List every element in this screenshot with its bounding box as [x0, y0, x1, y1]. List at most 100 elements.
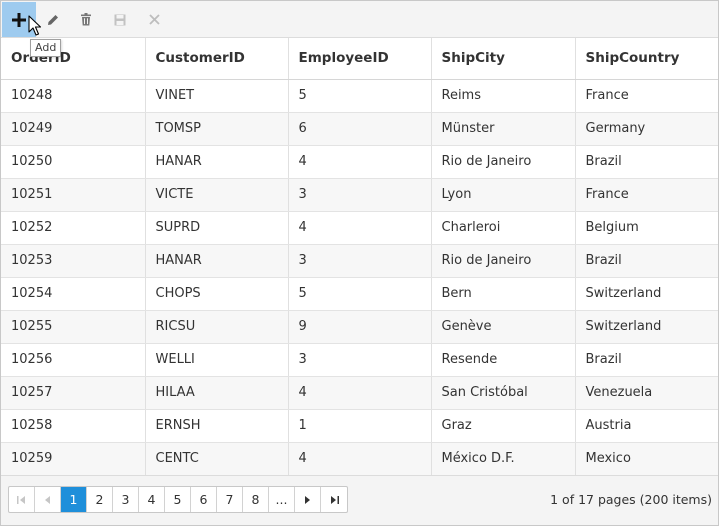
table-row[interactable]: 10248 VINET 5 Reims France: [1, 79, 718, 113]
cell-shipcity[interactable]: Resende: [431, 343, 576, 377]
page-7-button[interactable]: 7: [217, 487, 243, 512]
cell-employeeid[interactable]: 4: [288, 211, 432, 245]
edit-button[interactable]: [36, 2, 70, 37]
add-tooltip: Add: [30, 39, 62, 57]
header-employeeid[interactable]: EmployeeID: [288, 38, 432, 80]
cell-orderid[interactable]: 10252: [1, 211, 146, 245]
cell-shipcountry[interactable]: Germany: [575, 112, 718, 146]
cell-shipcity[interactable]: Reims: [431, 79, 576, 113]
cell-employeeid[interactable]: 3: [288, 178, 432, 212]
cell-employeeid[interactable]: 3: [288, 343, 432, 377]
trash-icon: [81, 13, 91, 26]
page-8-button[interactable]: 8: [243, 487, 269, 512]
cell-employeeid[interactable]: 4: [288, 442, 432, 476]
cell-orderid[interactable]: 10255: [1, 310, 146, 344]
cell-shipcity[interactable]: San Cristóbal: [431, 376, 576, 410]
cell-employeeid[interactable]: 3: [288, 244, 432, 278]
cell-shipcountry[interactable]: Switzerland: [575, 310, 718, 344]
cell-employeeid[interactable]: 5: [288, 79, 432, 113]
cell-orderid[interactable]: 10259: [1, 442, 146, 476]
table-row[interactable]: 10254 CHOPS 5 Bern Switzerland: [1, 277, 718, 311]
cell-shipcity[interactable]: Charleroi: [431, 211, 576, 245]
cell-shipcity[interactable]: Genève: [431, 310, 576, 344]
cell-customerid[interactable]: WELLI: [145, 343, 289, 377]
cell-shipcountry[interactable]: Brazil: [575, 343, 718, 377]
last-page-button[interactable]: [321, 487, 347, 512]
cell-employeeid[interactable]: 4: [288, 145, 432, 179]
header-shipcity[interactable]: ShipCity: [431, 38, 576, 80]
pencil-icon: [48, 14, 58, 25]
cell-shipcity[interactable]: Rio de Janeiro: [431, 145, 576, 179]
cell-orderid[interactable]: 10256: [1, 343, 146, 377]
close-icon: [148, 14, 160, 25]
cell-customerid[interactable]: VICTE: [145, 178, 289, 212]
cell-customerid[interactable]: VINET: [145, 79, 289, 113]
cell-customerid[interactable]: RICSU: [145, 310, 289, 344]
page-2-button[interactable]: 2: [87, 487, 113, 512]
cell-customerid[interactable]: CHOPS: [145, 277, 289, 311]
page-5-button[interactable]: 5: [165, 487, 191, 512]
cell-shipcity[interactable]: Münster: [431, 112, 576, 146]
cell-orderid[interactable]: 10254: [1, 277, 146, 311]
cell-orderid[interactable]: 10248: [1, 79, 146, 113]
cell-employeeid[interactable]: 6: [288, 112, 432, 146]
cell-orderid[interactable]: 10257: [1, 376, 146, 410]
cell-shipcountry[interactable]: Venezuela: [575, 376, 718, 410]
cell-customerid[interactable]: HANAR: [145, 145, 289, 179]
cell-customerid[interactable]: HANAR: [145, 244, 289, 278]
cell-shipcity[interactable]: México D.F.: [431, 442, 576, 476]
table-row[interactable]: 10251 VICTE 3 Lyon France: [1, 178, 718, 212]
table-row[interactable]: 10256 WELLI 3 Resende Brazil: [1, 343, 718, 377]
cell-customerid[interactable]: CENTC: [145, 442, 289, 476]
cell-customerid[interactable]: SUPRD: [145, 211, 289, 245]
cell-shipcity[interactable]: Bern: [431, 277, 576, 311]
cell-customerid[interactable]: TOMSP: [145, 112, 289, 146]
page-6-button[interactable]: 6: [191, 487, 217, 512]
cell-shipcity[interactable]: Rio de Janeiro: [431, 244, 576, 278]
cancel-button[interactable]: [137, 2, 171, 37]
mouse-cursor-icon: [28, 15, 41, 36]
table-row[interactable]: 10255 RICSU 9 Genève Switzerland: [1, 310, 718, 344]
cell-shipcountry[interactable]: Austria: [575, 409, 718, 443]
cell-employeeid[interactable]: 9: [288, 310, 432, 344]
cell-employeeid[interactable]: 1: [288, 409, 432, 443]
cell-orderid[interactable]: 10250: [1, 145, 146, 179]
header-orderid[interactable]: OrderID: [1, 38, 146, 80]
cell-employeeid[interactable]: 5: [288, 277, 432, 311]
table-row[interactable]: 10250 HANAR 4 Rio de Janeiro Brazil: [1, 145, 718, 179]
page-4-button[interactable]: 4: [139, 487, 165, 512]
table-row[interactable]: 10252 SUPRD 4 Charleroi Belgium: [1, 211, 718, 245]
cell-shipcountry[interactable]: Brazil: [575, 145, 718, 179]
cell-shipcountry[interactable]: France: [575, 79, 718, 113]
table-row[interactable]: 10249 TOMSP 6 Münster Germany: [1, 112, 718, 146]
cell-customerid[interactable]: HILAA: [145, 376, 289, 410]
cell-customerid[interactable]: ERNSH: [145, 409, 289, 443]
header-shipcountry[interactable]: ShipCountry: [575, 38, 718, 80]
table-row[interactable]: 10257 HILAA 4 San Cristóbal Venezuela: [1, 376, 718, 410]
cell-shipcountry[interactable]: Brazil: [575, 244, 718, 278]
cell-shipcity[interactable]: Graz: [431, 409, 576, 443]
next-page-icon: [305, 495, 310, 504]
cell-orderid[interactable]: 10258: [1, 409, 146, 443]
cell-orderid[interactable]: 10253: [1, 244, 146, 278]
page-1-button[interactable]: 1: [61, 487, 87, 512]
first-page-button[interactable]: [9, 487, 35, 512]
page-3-button[interactable]: 3: [113, 487, 139, 512]
cell-employeeid[interactable]: 4: [288, 376, 432, 410]
table-row[interactable]: 10253 HANAR 3 Rio de Janeiro Brazil: [1, 244, 718, 278]
cell-shipcity[interactable]: Lyon: [431, 178, 576, 212]
cell-shipcountry[interactable]: Switzerland: [575, 277, 718, 311]
delete-button[interactable]: [69, 2, 103, 37]
update-button[interactable]: [103, 2, 137, 37]
table-row[interactable]: 10259 CENTC 4 México D.F. Mexico: [1, 442, 718, 476]
cell-shipcountry[interactable]: Belgium: [575, 211, 718, 245]
next-page-button[interactable]: [295, 487, 321, 512]
table-row[interactable]: 10258 ERNSH 1 Graz Austria: [1, 409, 718, 443]
prev-page-button[interactable]: [35, 487, 61, 512]
more-pages-button[interactable]: ...: [269, 487, 295, 512]
cell-shipcountry[interactable]: France: [575, 178, 718, 212]
cell-shipcountry[interactable]: Mexico: [575, 442, 718, 476]
cell-orderid[interactable]: 10251: [1, 178, 146, 212]
cell-orderid[interactable]: 10249: [1, 112, 146, 146]
header-customerid[interactable]: CustomerID: [145, 38, 289, 80]
